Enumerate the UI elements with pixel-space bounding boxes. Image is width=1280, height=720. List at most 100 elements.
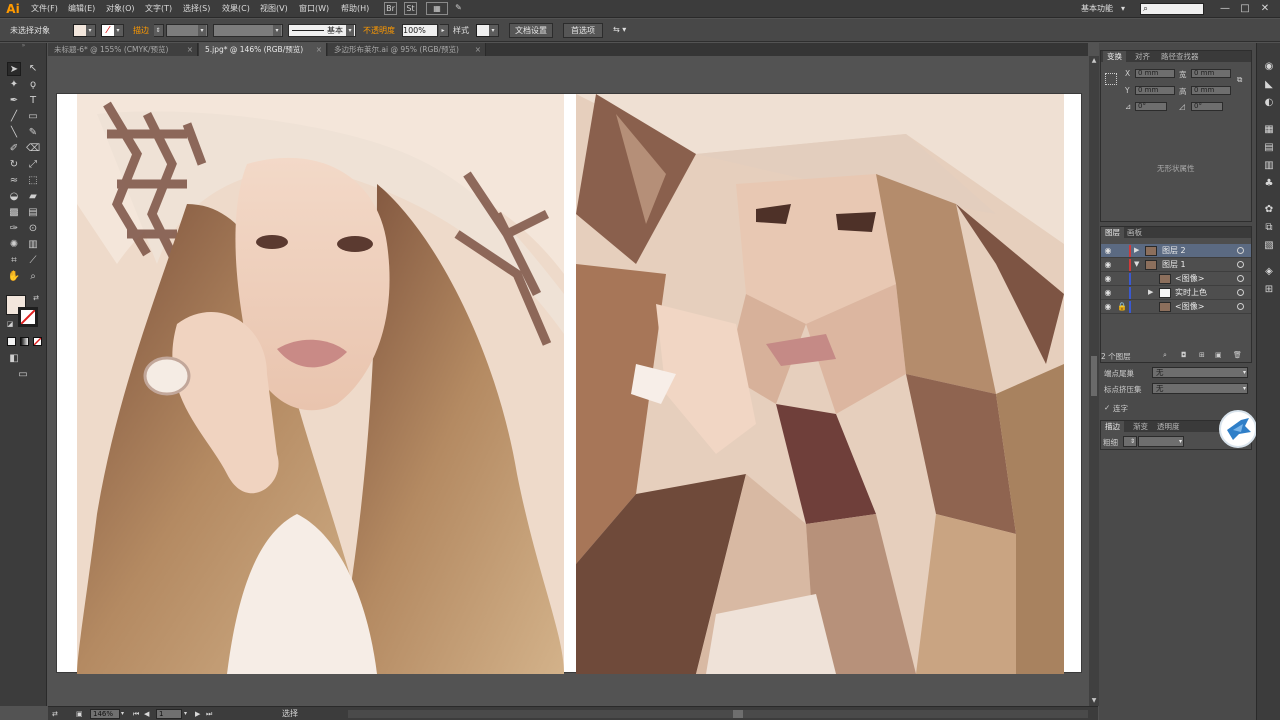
canvas-area[interactable] xyxy=(48,56,1088,706)
target-icon[interactable] xyxy=(1237,275,1244,282)
artboard[interactable] xyxy=(56,93,1082,674)
stock-icon[interactable]: St xyxy=(404,2,417,15)
layers-icon[interactable]: ◈ xyxy=(1262,265,1276,279)
panel-grip[interactable]: » xyxy=(0,43,47,49)
original-photo[interactable] xyxy=(77,94,564,674)
tab-transparency[interactable]: 透明度 xyxy=(1153,421,1184,432)
gradient-mode-icon[interactable] xyxy=(20,337,29,346)
close-icon[interactable]: × xyxy=(475,43,481,56)
layer-row-2[interactable]: ◉ ▶ 图层 2 xyxy=(1101,244,1251,258)
minimize-button[interactable]: — xyxy=(1218,2,1232,15)
close-button[interactable]: ✕ xyxy=(1258,2,1272,15)
default-colors-icon[interactable]: ◪ xyxy=(5,319,15,329)
reference-point-icon[interactable] xyxy=(1105,73,1117,85)
tab-untitled-6[interactable]: 未标题-6* @ 155% (CMYK/预览) × xyxy=(48,43,198,56)
arrange-documents-icon[interactable]: ⇆ ▾ xyxy=(613,25,626,34)
image-trace-icon[interactable]: ◣ xyxy=(1262,78,1276,92)
links-icon[interactable]: ⧉ xyxy=(1262,221,1276,235)
target-icon[interactable] xyxy=(1237,261,1244,268)
swap-colors-icon[interactable]: ⇄ xyxy=(31,293,41,303)
tab-stroke[interactable]: 描边 xyxy=(1101,421,1124,432)
first-artboard-icon[interactable]: ⏮ xyxy=(133,709,139,719)
new-layer-icon[interactable]: ▣ xyxy=(1215,351,1222,359)
opacity-label[interactable]: 不透明度 xyxy=(363,25,395,36)
artboard-dropdown-icon[interactable]: ▾ xyxy=(184,709,187,719)
shape-builder-icon[interactable]: ◒ xyxy=(7,190,21,204)
new-sublayer-icon[interactable]: ⊞ xyxy=(1199,351,1205,359)
sublayer-image-2[interactable]: ◉ 🔒 <图像> xyxy=(1101,300,1251,314)
menu-window[interactable]: 窗口(W) xyxy=(299,3,329,15)
lock-icon[interactable]: 🔒 xyxy=(1117,302,1127,311)
pen-tool-icon[interactable]: ✒ xyxy=(7,94,21,108)
stroke-swatch[interactable]: ⁄ xyxy=(101,24,115,37)
color-guide-icon[interactable]: ▤ xyxy=(1262,141,1276,155)
weight-stepper[interactable]: ⇕ xyxy=(1123,436,1137,447)
sublayer-live-paint[interactable]: ◉ ▶ 实时上色 xyxy=(1101,286,1251,300)
swatches-icon[interactable]: ▥ xyxy=(1262,159,1276,173)
menu-edit[interactable]: 编辑(E) xyxy=(68,3,95,15)
style-swatch[interactable] xyxy=(476,24,490,37)
low-poly-artwork[interactable] xyxy=(576,94,1064,674)
tab-artboards[interactable]: 画板 xyxy=(1123,227,1146,238)
fill-dropdown[interactable]: ▾ xyxy=(86,24,96,37)
stroke-label[interactable]: 描边 xyxy=(133,25,149,36)
menu-file[interactable]: 文件(F) xyxy=(31,3,58,15)
next-artboard-icon[interactable]: ▶ xyxy=(195,709,200,719)
collapse-icon[interactable]: ▼ xyxy=(1134,260,1139,269)
warp-tool-icon[interactable]: ≈ xyxy=(7,174,21,188)
selection-tool-icon[interactable]: ➤ xyxy=(7,62,21,76)
close-icon[interactable]: × xyxy=(316,43,322,56)
bridge-icon[interactable]: Br xyxy=(384,2,397,15)
layer-name[interactable]: 图层 1 xyxy=(1162,259,1186,271)
artboard-field[interactable]: 1 xyxy=(156,709,182,719)
scroll-thumb[interactable] xyxy=(1091,356,1097,396)
gradient-tool-icon[interactable]: ▤ xyxy=(26,206,40,220)
eye-icon[interactable]: ◉ xyxy=(1104,274,1112,283)
tab-transform[interactable]: 变换 xyxy=(1103,51,1126,62)
menu-select[interactable]: 选择(S) xyxy=(183,3,210,15)
eye-icon[interactable]: ◉ xyxy=(1104,302,1112,311)
cap-dropdown[interactable]: 无 ▾ xyxy=(1152,367,1248,378)
brush-dropdown[interactable]: 基本 ▾ xyxy=(288,24,356,37)
symbol-sprayer-icon[interactable]: ✺ xyxy=(7,238,21,252)
layer-name[interactable]: 图层 2 xyxy=(1162,245,1186,257)
screen-icon[interactable]: ▣ xyxy=(76,709,83,719)
tab-pathfinder[interactable]: 路径查找器 xyxy=(1157,51,1203,62)
color-mode-icon[interactable] xyxy=(7,337,16,346)
eye-icon[interactable]: ◉ xyxy=(1104,288,1112,297)
eye-icon[interactable]: ◉ xyxy=(1104,260,1112,269)
magic-wand-icon[interactable]: ✦ xyxy=(7,78,21,92)
blend-tool-icon[interactable]: ⊙ xyxy=(26,222,40,236)
lasso-icon[interactable]: ϙ xyxy=(26,78,40,92)
y-field[interactable]: 0 mm xyxy=(1135,86,1175,95)
line-tool-icon[interactable]: ╱ xyxy=(7,110,21,124)
gpu-icon[interactable]: ✎ xyxy=(452,2,465,15)
screen-mode-icon[interactable]: ▭ xyxy=(16,368,30,382)
layer-name[interactable]: 实时上色 xyxy=(1175,287,1207,299)
stroke-weight-field[interactable]: ▾ xyxy=(166,24,208,37)
close-icon[interactable]: × xyxy=(187,43,193,56)
vertical-scrollbar[interactable]: ▲ ▼ xyxy=(1089,56,1099,706)
scale-tool-icon[interactable]: ⤢ xyxy=(26,158,40,172)
prev-artboard-icon[interactable]: ◀ xyxy=(144,709,149,719)
maximize-button[interactable]: □ xyxy=(1238,2,1252,15)
workspace-switcher[interactable]: 基本功能 xyxy=(1081,3,1113,14)
none-mode-icon[interactable] xyxy=(33,337,42,346)
appearance-icon[interactable]: ◉ xyxy=(1262,60,1276,74)
blob-brush-icon[interactable]: ✐ xyxy=(7,142,21,156)
tab-layers[interactable]: 图层 xyxy=(1101,227,1124,238)
expand-icon[interactable]: ▶ xyxy=(1148,288,1153,297)
fill-swatch[interactable] xyxy=(73,24,87,37)
connect-checkbox[interactable]: ✓ xyxy=(1104,403,1110,412)
arrange-icon[interactable]: ▦ xyxy=(426,2,448,15)
eye-icon[interactable]: ◉ xyxy=(1104,246,1112,255)
hand-tool-icon[interactable]: ✋ xyxy=(7,270,21,284)
color-icon[interactable]: ▦ xyxy=(1262,123,1276,137)
artboard-tool-icon[interactable]: ⌗ xyxy=(7,254,21,268)
chevron-down-icon[interactable]: ▾ xyxy=(1121,3,1125,15)
live-paint-icon[interactable]: ▰ xyxy=(26,190,40,204)
dash-dropdown[interactable]: 无 ▾ xyxy=(1152,383,1248,394)
layer-name[interactable]: <图像> xyxy=(1175,273,1204,285)
zoom-dropdown-icon[interactable]: ▾ xyxy=(121,709,124,719)
slice-tool-icon[interactable]: ⟋ xyxy=(26,254,40,268)
